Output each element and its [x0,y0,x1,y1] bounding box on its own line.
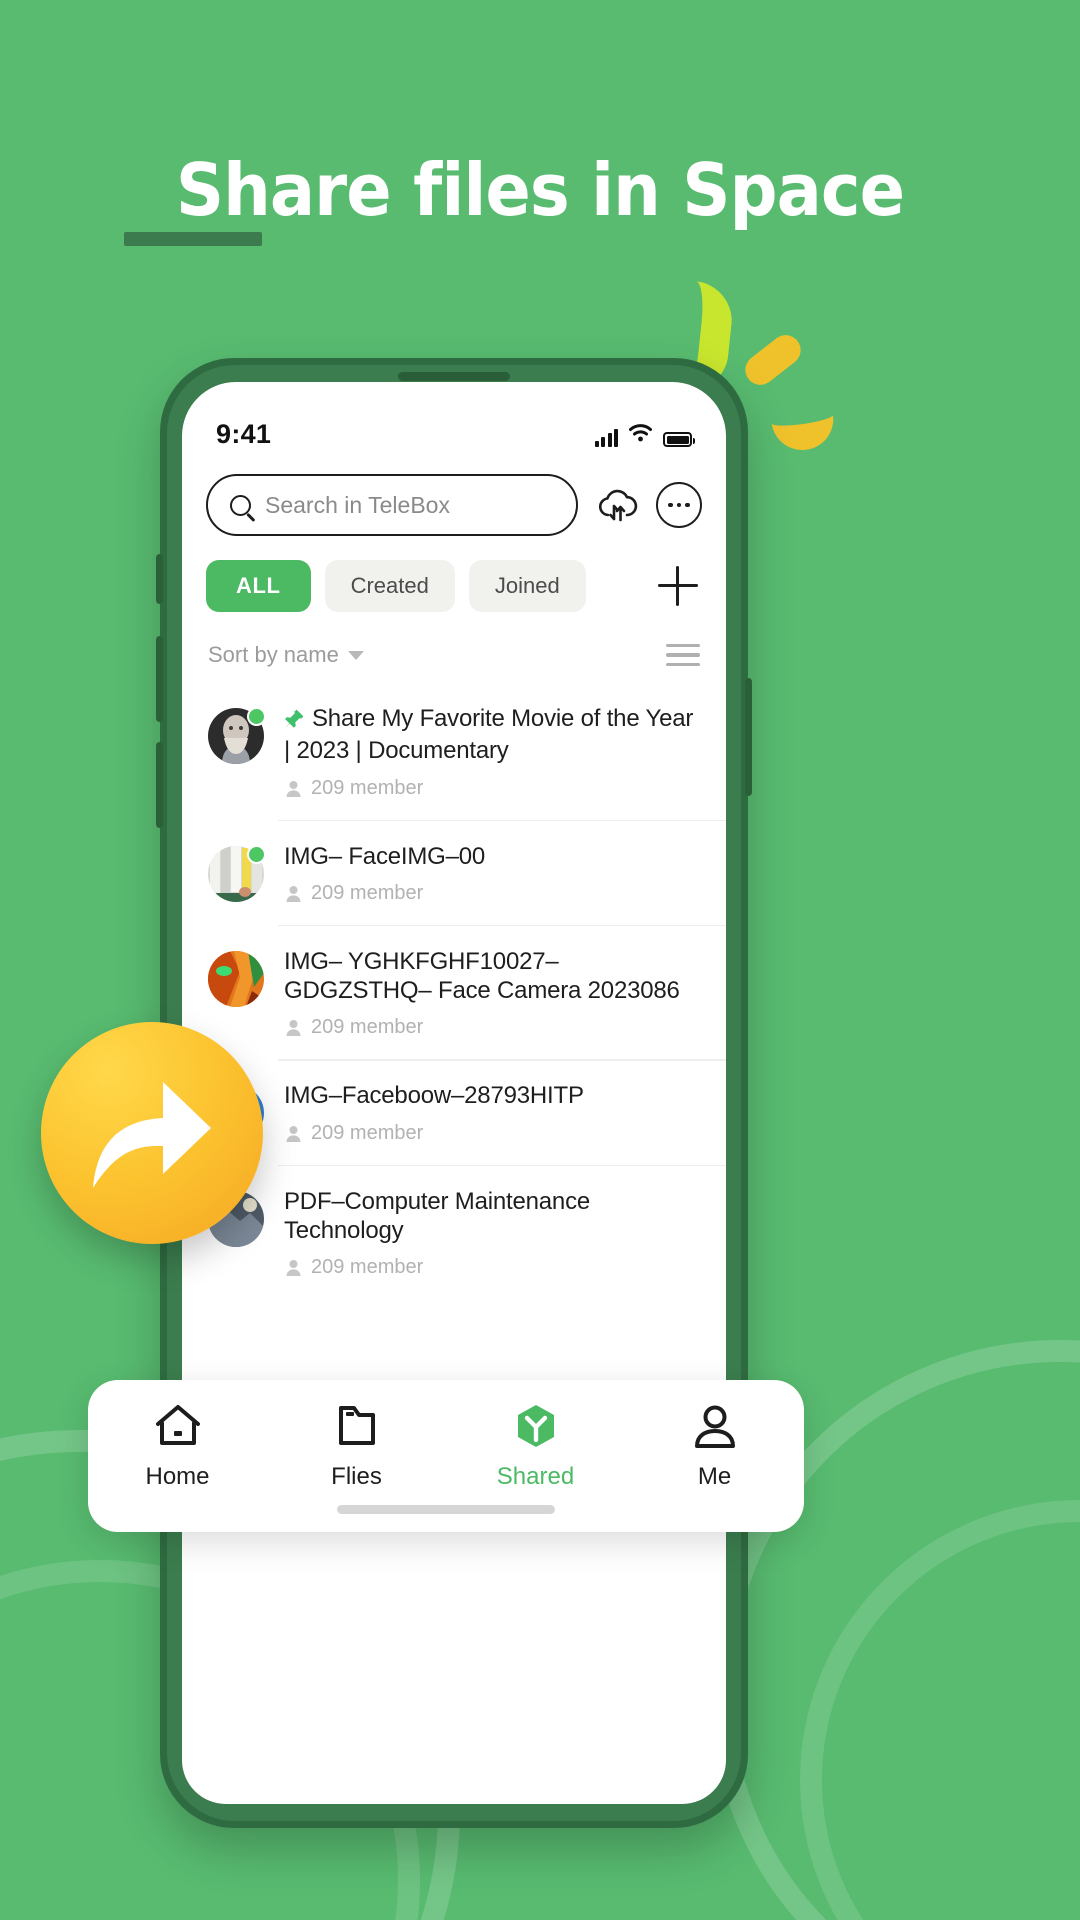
member-icon [286,885,301,902]
more-options-icon[interactable] [656,482,702,528]
member-count: 209 member [311,1016,424,1039]
space-title: Share My Favorite Movie of the Year | 20… [284,705,693,764]
tab-shared[interactable]: Shared [446,1402,625,1491]
home-indicator[interactable] [337,1505,555,1514]
table-row[interactable]: IMG– YGHKFGHF10027–GDGZSTHQ– Face Camera… [182,924,726,1060]
search-row: Search in TeleBox [182,454,726,536]
tab-flies-label: Flies [331,1463,382,1490]
share-arrow-icon [93,1082,211,1188]
member-count: 209 member [311,776,424,799]
plus-icon[interactable] [658,566,698,606]
member-icon [286,1020,301,1037]
tab-me[interactable]: Me [625,1402,804,1491]
tab-home-label: Home [145,1463,210,1490]
member-icon [286,1260,301,1277]
member-count: 209 member [311,1256,424,1279]
sort-label[interactable]: Sort by name [208,642,339,668]
table-row[interactable]: Share My Favorite Movie of the Year | 20… [182,682,726,820]
person-icon [694,1405,735,1448]
search-placeholder: Search in TeleBox [265,491,450,518]
avatar [208,707,266,764]
table-row[interactable]: PDF–Computer Maintenance Technology 209 … [182,1164,726,1300]
search-icon [230,494,251,516]
online-status-dot [247,844,266,864]
confetti-gold-bar-icon [739,329,807,391]
phone-speaker-slot [398,372,510,381]
member-icon [286,780,301,797]
promo-screenshot: Share files in Space 9:41 Search in Tele… [0,0,1080,1920]
tab-home[interactable]: Home [88,1402,267,1491]
filter-chip-all[interactable]: ALL [206,560,311,612]
folder-icon [338,1406,375,1445]
space-title-text: Share My Favorite Movie of the Year | 20… [284,705,694,765]
status-icons [594,424,695,450]
space-title: PDF–Computer Maintenance Technology [284,1187,591,1244]
wifi-icon [629,424,652,447]
member-count: 209 member [311,1121,424,1144]
bottom-navigation-bar: Home Flies Shared Me [88,1380,804,1532]
online-status-dot [247,707,266,726]
battery-icon [663,432,695,447]
share-floating-button[interactable] [35,1016,269,1250]
cloud-transfer-icon[interactable] [594,482,640,528]
space-meta: 209 member [284,777,700,800]
avatar [208,950,264,1007]
tab-me-label: Me [697,1463,732,1490]
search-input[interactable]: Search in TeleBox [206,474,578,536]
avatar [208,844,266,902]
phone-power-button [745,678,752,796]
status-bar: 9:41 [182,382,726,454]
page-title: Share files in Space [175,148,905,232]
space-meta: 209 member [284,882,700,905]
home-icon [155,1405,200,1445]
filter-chip-created[interactable]: Created [324,560,455,612]
table-row[interactable]: IMG–Faceboow–28793HITP 209 member [182,1059,726,1164]
sort-row: Sort by name [182,612,726,668]
cellular-signal-icon [594,429,618,447]
space-meta: 209 member [284,1122,700,1145]
space-list: Share My Favorite Movie of the Year | 20… [182,682,726,1299]
status-time: 9:41 [216,419,272,449]
member-count: 209 member [311,881,424,904]
tab-shared-label: Shared [496,1463,575,1490]
confetti-gold-arc-icon [768,393,838,455]
title-underline [124,232,262,246]
shared-hexagon-icon [517,1405,554,1447]
phone-volume-up-button [156,636,163,722]
filter-chip-row: ALL Created Joined [182,536,726,612]
app-screen: 9:41 Search in TeleBox ALL Created Joine… [182,382,726,1804]
filter-chip-joined[interactable]: Joined [468,560,586,612]
list-view-icon[interactable] [666,643,700,667]
space-meta: 209 member [284,1016,700,1039]
space-title: IMG– FaceIMG–00 [284,842,486,870]
space-title: IMG– YGHKFGHF10027–GDGZSTHQ– Face Camera… [284,947,680,1005]
chevron-down-icon[interactable] [347,650,364,660]
pin-icon [284,707,305,736]
tab-flies[interactable]: Flies [267,1402,446,1491]
phone-mute-switch [156,554,163,604]
table-row[interactable]: IMG– FaceIMG–00 209 member [182,819,726,925]
member-icon [286,1125,301,1142]
phone-volume-down-button [156,742,163,828]
space-title: IMG–Faceboow–28793HITP [284,1082,584,1110]
background-swoosh-right-inner [800,1500,1080,1920]
space-meta: 209 member [284,1256,700,1279]
